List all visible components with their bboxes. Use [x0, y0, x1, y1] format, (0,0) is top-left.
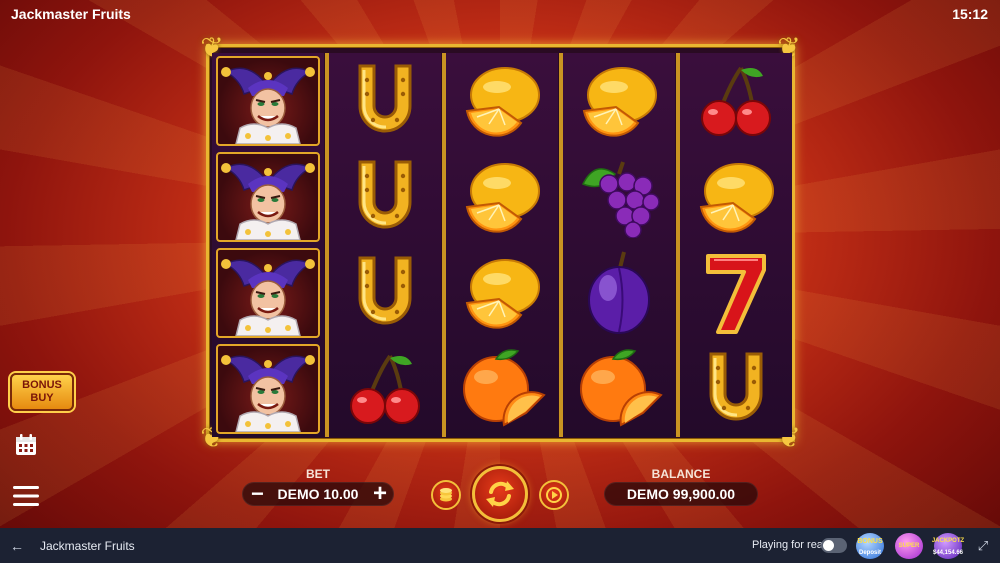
bet-display: − DEMO 10.00 + — [242, 482, 394, 506]
coins-button[interactable] — [431, 480, 461, 510]
playing-for-real-toggle[interactable] — [821, 538, 847, 553]
promo-bonus-badge: BONUS — [857, 538, 883, 545]
jester-symbol — [212, 341, 324, 437]
orange-symbol — [563, 341, 675, 437]
horseshoe-symbol — [329, 245, 441, 341]
super-promo[interactable]: SUPER — [895, 533, 923, 559]
promo-deposit-text: Deposit — [858, 550, 881, 556]
autoplay-button[interactable] — [539, 480, 569, 510]
bonus-deposit-promo[interactable]: BONUS Deposit — [856, 533, 884, 559]
bonus-buy-label-line1: BONUS — [22, 379, 62, 391]
horseshoe-symbol — [680, 341, 792, 437]
menu-icon — [13, 486, 39, 506]
bonus-buy-button[interactable]: BONUS BUY — [10, 373, 74, 411]
autoplay-icon — [546, 487, 562, 503]
bottom-bar-title: Jackmaster Fruits — [40, 539, 135, 553]
reel-3 — [446, 53, 558, 437]
reel-1 — [212, 53, 324, 437]
seven-symbol — [680, 245, 792, 341]
calendar-icon — [16, 434, 36, 455]
lemon-symbol — [446, 149, 558, 245]
promo-jackpot-badge: JACKPOTZ — [931, 538, 965, 544]
jester-symbol — [212, 53, 324, 149]
jester-symbol — [212, 149, 324, 245]
fullscreen-button[interactable]: ⤢ — [974, 537, 992, 555]
balance-value: DEMO 99,900.00 — [626, 486, 736, 502]
orange-symbol — [446, 341, 558, 437]
calendar-button[interactable] — [12, 432, 40, 458]
plum-symbol — [563, 245, 675, 341]
lemon-symbol — [446, 245, 558, 341]
spin-icon — [486, 481, 514, 507]
bet-label: BET — [306, 467, 330, 481]
horseshoe-symbol — [329, 149, 441, 245]
balance-display: DEMO 99,900.00 — [604, 482, 758, 506]
back-button[interactable]: ← — [8, 537, 26, 555]
grapes-symbol — [563, 149, 675, 245]
lemon-symbol — [680, 149, 792, 245]
spin-button[interactable] — [472, 466, 528, 522]
reel-5 — [680, 53, 792, 437]
jester-symbol — [212, 245, 324, 341]
coins-icon — [440, 488, 452, 502]
promo-super-badge: SUPER — [898, 543, 920, 549]
reels-frame: ❦ ❦ ❦ ❦ — [200, 32, 800, 453]
bet-decrease-button[interactable]: − — [251, 483, 264, 505]
clock: 15:12 — [952, 6, 988, 22]
playing-for-real-label: Playing for real — [752, 539, 826, 551]
horseshoe-symbol — [329, 53, 441, 149]
cherry-symbol — [329, 341, 441, 437]
balance-label: BALANCE — [651, 467, 711, 481]
bet-value: DEMO 10.00 — [277, 486, 359, 502]
bottom-bar: ← Jackmaster Fruits Playing for real BON… — [0, 528, 1000, 563]
cherry-symbol — [680, 53, 792, 149]
game-title: Jackmaster Fruits — [11, 6, 131, 22]
lemon-symbol — [446, 53, 558, 149]
reel-2 — [329, 53, 441, 437]
promo-jackpot-amount: $44,154.66 — [932, 550, 964, 556]
jackpot-promo[interactable]: JACKPOTZ $44,154.66 — [932, 533, 964, 559]
menu-button[interactable] — [12, 483, 40, 509]
lemon-symbol — [563, 53, 675, 149]
bonus-buy-label-line2: BUY — [30, 392, 54, 404]
bet-increase-button[interactable]: + — [373, 482, 387, 506]
reel-4 — [563, 53, 675, 437]
